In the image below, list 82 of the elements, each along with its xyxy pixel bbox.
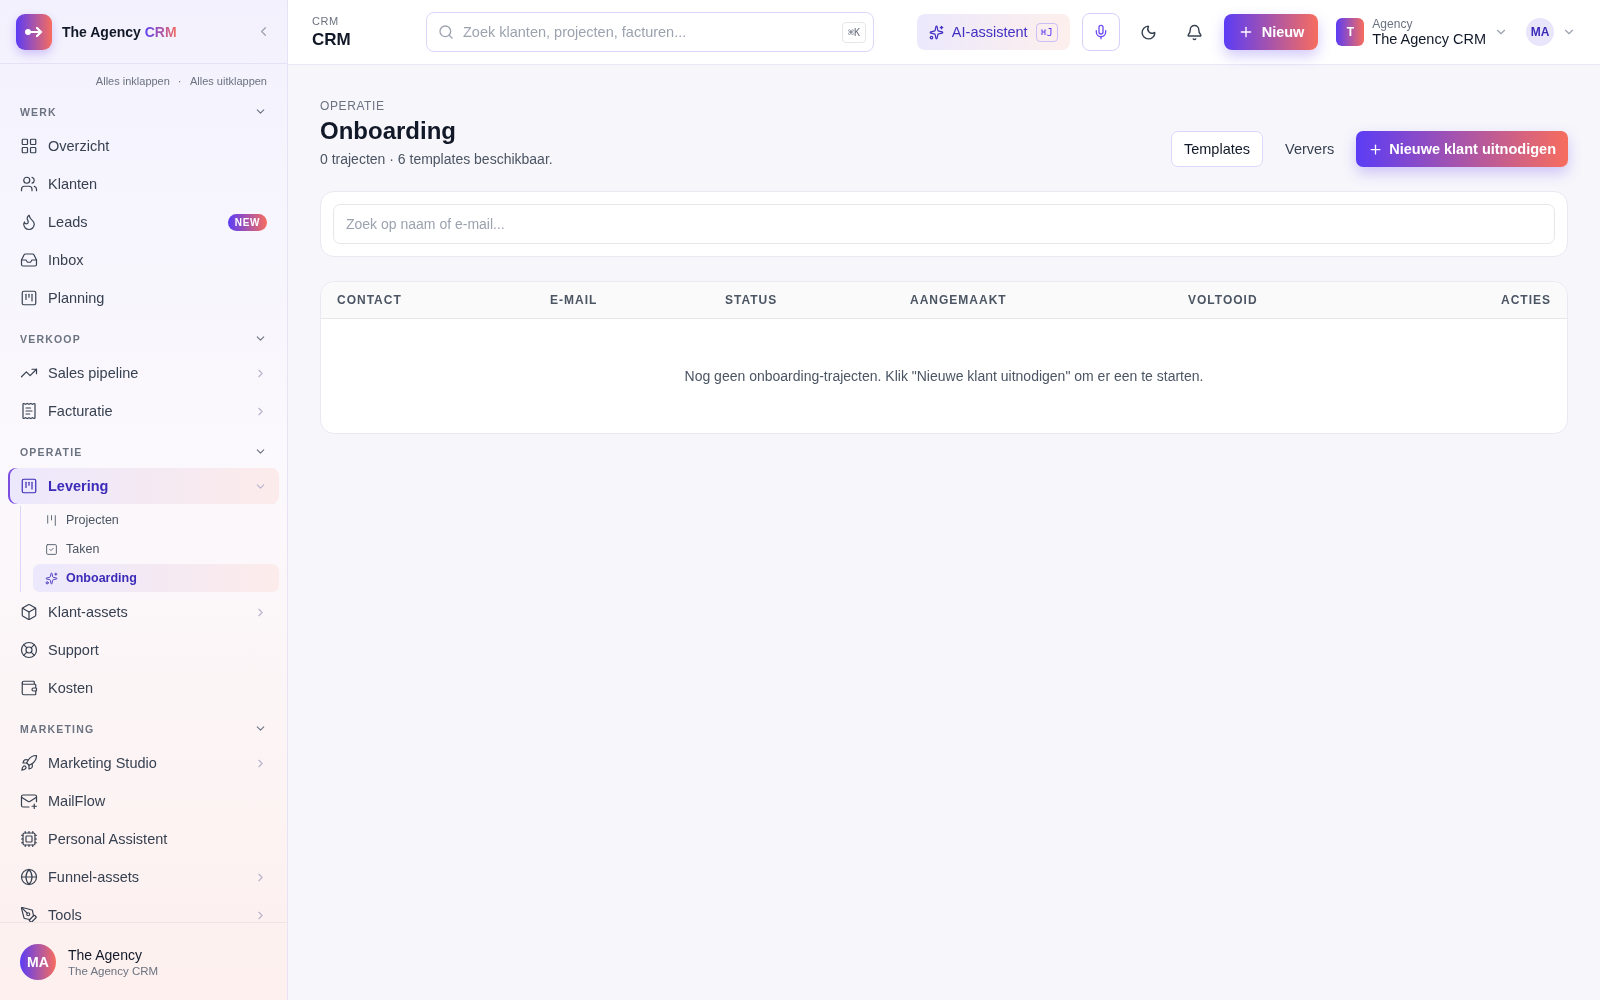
user-avatar[interactable]: MA xyxy=(20,943,56,980)
column-header: ACTIES xyxy=(1501,293,1551,307)
templates-button[interactable]: Templates xyxy=(1170,131,1264,167)
nav-subitem[interactable]: Projecten xyxy=(33,506,279,534)
ai-assistant-button[interactable]: AI-assistent ⌘J xyxy=(916,14,1070,50)
empty-message: Nog geen onboarding-trajecten. Klik "Nieuwe klant uitnodigen" om er een te starten. xyxy=(684,368,1204,384)
page-eyebrow: OPERATIE xyxy=(320,99,386,113)
refresh-button[interactable]: Ververs xyxy=(1273,131,1347,167)
mail-plus-icon xyxy=(20,792,38,810)
new-button[interactable]: Nieuw xyxy=(1223,14,1319,50)
user-menu[interactable]: MA xyxy=(1526,18,1576,46)
section-header[interactable]: MARKETING xyxy=(8,708,279,743)
brand-name: The Agency CRM xyxy=(62,23,178,40)
nav-item[interactable]: Inbox xyxy=(8,242,279,278)
users-icon xyxy=(20,175,38,193)
shortcut-key: ⌘J xyxy=(1035,22,1058,42)
user-org: The Agency CRM xyxy=(68,964,159,977)
user-avatar: MA xyxy=(1526,18,1554,46)
sparkle-icon xyxy=(45,571,58,585)
plus-icon xyxy=(1368,141,1384,157)
column-header: VOLTOOID xyxy=(1188,293,1258,307)
flame-icon xyxy=(20,213,38,231)
section-title: VERKOOP xyxy=(20,332,81,345)
nav-item[interactable]: Overzicht xyxy=(8,128,279,164)
filter-field[interactable]: Zoek op naam of e-mail... xyxy=(333,204,1555,244)
section-title: MARKETING xyxy=(20,722,95,735)
logo-icon xyxy=(16,13,52,50)
nav-item[interactable]: Klanten xyxy=(8,166,279,202)
section-header[interactable]: WERK xyxy=(8,91,279,126)
column-header: E-MAIL xyxy=(550,293,598,307)
inbox-icon xyxy=(20,251,38,269)
checkbox-icon xyxy=(45,542,58,556)
shortcut-key: ⌘K xyxy=(841,22,866,43)
expand-all-link[interactable]: Alles uitklappen xyxy=(189,75,267,87)
rocket-icon xyxy=(20,754,38,772)
workspace-icon: T xyxy=(1336,18,1365,46)
search-icon xyxy=(438,24,454,40)
nav-item[interactable]: Kosten xyxy=(8,670,279,706)
invite-button[interactable]: Nieuwe klant uitnodigen xyxy=(1356,131,1568,167)
nav-item[interactable]: Personal Assistent xyxy=(8,821,279,857)
new-badge: NEW xyxy=(227,213,267,231)
nav-item[interactable]: Sales pipeline xyxy=(8,355,279,391)
receipt-icon xyxy=(20,402,38,420)
kanban-icon xyxy=(45,513,58,527)
nav-item[interactable]: MailFlow xyxy=(8,783,279,819)
page-subtitle: 0 trajecten · 6 templates beschikbaar. xyxy=(320,151,553,167)
nav-item[interactable]: Leads NEW xyxy=(8,204,279,240)
sparkle-icon xyxy=(928,24,944,40)
workspace-switcher[interactable]: T Agency The Agency CRM xyxy=(1330,17,1514,47)
kanban-icon xyxy=(20,289,38,307)
wallet-icon xyxy=(20,679,38,697)
kanban-icon xyxy=(20,477,38,495)
lifebuoy-icon xyxy=(20,641,38,659)
column-header: CONTACT xyxy=(337,293,402,307)
chip-icon xyxy=(20,830,38,848)
separator-dot: · xyxy=(177,75,182,87)
section-header[interactable]: OPERATIE xyxy=(8,431,279,466)
nav-item[interactable]: Support xyxy=(8,632,279,668)
header-title: CRM xyxy=(312,29,352,50)
section-title: WERK xyxy=(20,105,57,118)
nav-item[interactable]: Marketing Studio xyxy=(8,745,279,781)
nav-subitem[interactable]: Taken xyxy=(33,535,279,563)
pen-icon xyxy=(20,906,38,922)
section-title: OPERATIE xyxy=(20,445,83,458)
nav-item[interactable]: Klant-assets xyxy=(8,594,279,630)
collapse-all-link[interactable]: Alles inklappen xyxy=(95,75,170,87)
grid-icon xyxy=(20,137,38,155)
nav-subitem[interactable]: Onboarding xyxy=(33,564,279,592)
cube-icon xyxy=(20,603,38,621)
nav-item[interactable]: Levering xyxy=(8,468,279,504)
column-header: STATUS xyxy=(725,293,778,307)
user-name: The Agency xyxy=(68,946,143,963)
section-header[interactable]: VERKOOP xyxy=(8,318,279,353)
breadcrumb: CRM xyxy=(312,14,340,27)
nav-item[interactable]: Tools xyxy=(8,897,279,922)
nav-item[interactable]: Facturatie xyxy=(8,393,279,429)
globe-icon xyxy=(20,868,38,886)
microphone-button[interactable] xyxy=(1081,13,1120,51)
column-header: AANGEMAAKT xyxy=(910,293,1007,307)
nav-item[interactable]: Funnel-assets xyxy=(8,859,279,895)
page-title: Onboarding xyxy=(320,117,457,145)
nav-item[interactable]: Planning xyxy=(8,280,279,316)
